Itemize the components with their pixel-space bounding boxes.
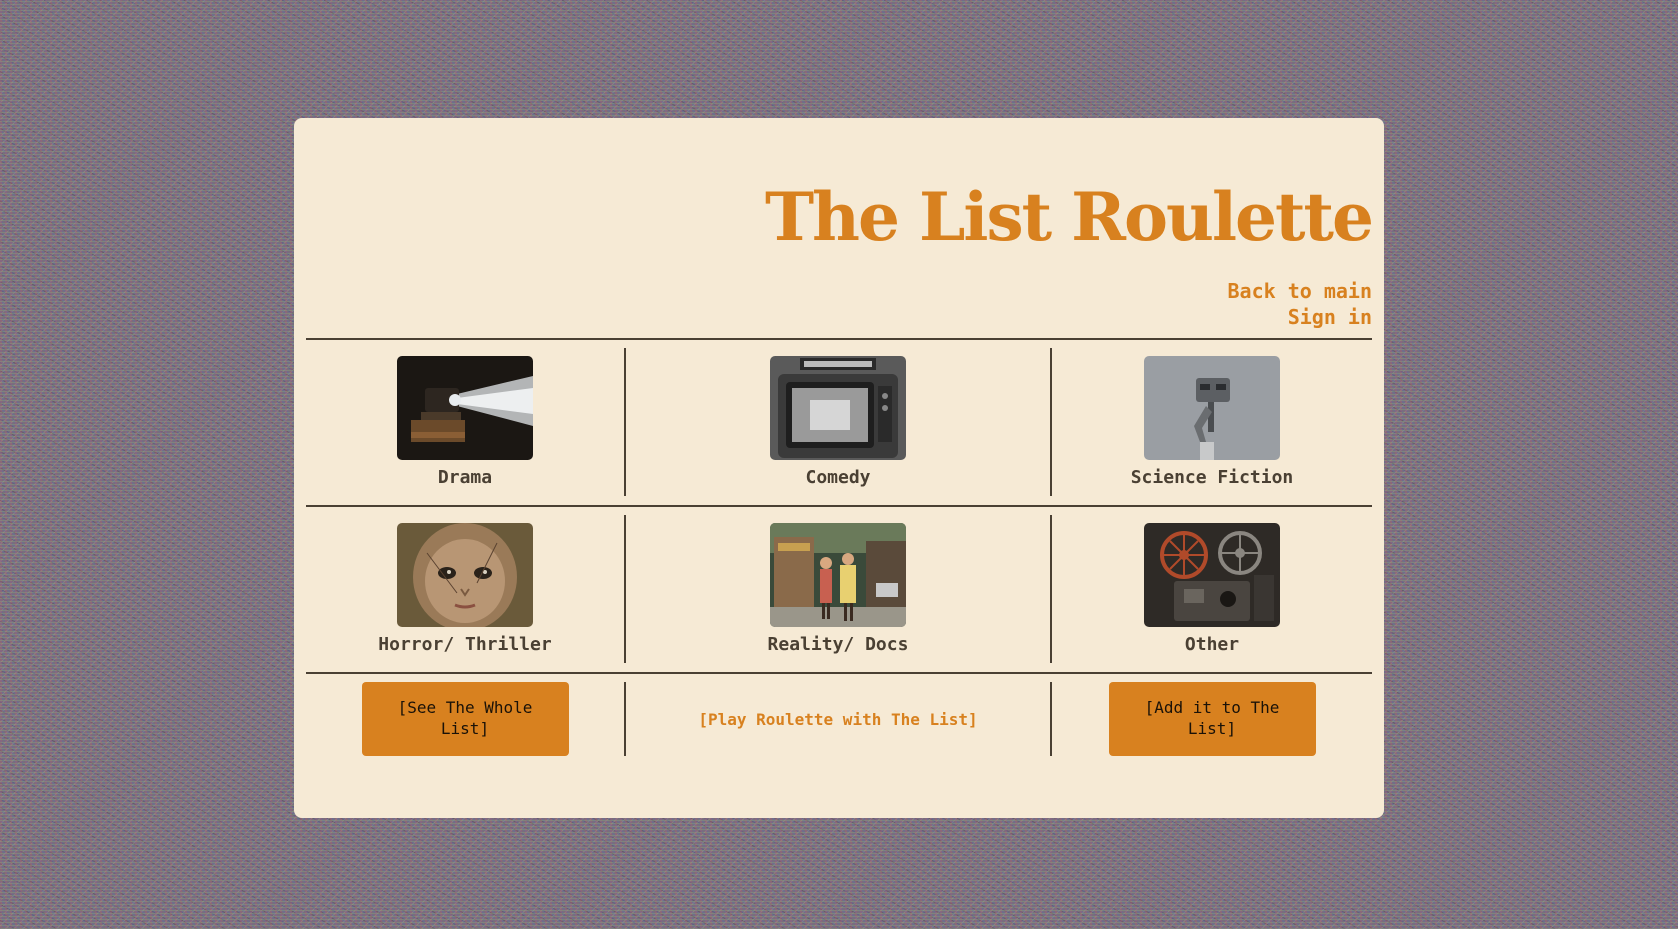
genre-label: Drama — [437, 467, 493, 488]
genre-tile-horror-thriller[interactable]: Horror/ Thriller — [306, 515, 624, 663]
genre-label: Other — [1184, 634, 1240, 655]
genre-label: Reality/ Docs — [767, 634, 909, 655]
robot-walker-image[interactable] — [1144, 356, 1280, 460]
genre-tile-comedy[interactable]: Comedy — [624, 348, 1052, 496]
action-row: [See The Whole List] [Play Roulette with… — [306, 682, 1372, 756]
vintage-tv-image[interactable] — [770, 356, 906, 460]
action-cell: [Add it to The List] — [1052, 682, 1372, 756]
film-reels-image[interactable] — [1144, 523, 1280, 627]
genre-tile-reality-docs[interactable]: Reality/ Docs — [624, 515, 1052, 663]
genre-tile-other[interactable]: Other — [1052, 515, 1372, 663]
genre-label: Science Fiction — [1130, 467, 1294, 488]
back-to-main-link[interactable]: Back to main — [1228, 281, 1373, 301]
genre-label: Comedy — [805, 467, 871, 488]
see-whole-list-button[interactable]: [See The Whole List] — [361, 682, 569, 756]
action-cell: [Play Roulette with The List] — [624, 682, 1052, 756]
genre-tile-drama[interactable]: Drama — [306, 348, 624, 496]
street-scene-image[interactable] — [770, 523, 906, 627]
add-to-list-button[interactable]: [Add it to The List] — [1108, 682, 1316, 756]
divider — [306, 505, 1372, 507]
genre-label: Horror/ Thriller — [378, 634, 552, 655]
divider — [306, 672, 1372, 674]
sign-in-link[interactable]: Sign in — [1288, 307, 1372, 327]
genre-row: Horror/ Thriller Reality/ Docs Other — [306, 515, 1372, 663]
genre-tile-science-fiction[interactable]: Science Fiction — [1052, 348, 1372, 496]
main-card: The List Roulette Back to main Sign in D… — [294, 118, 1384, 818]
page-title: The List Roulette — [764, 178, 1374, 256]
divider — [306, 338, 1372, 340]
action-cell: [See The Whole List] — [306, 682, 624, 756]
genre-row: Drama Comedy Science Fiction — [306, 348, 1372, 496]
doll-face-image[interactable] — [397, 523, 533, 627]
play-roulette-link[interactable]: [Play Roulette with The List] — [698, 710, 977, 729]
film-projector-image[interactable] — [397, 356, 533, 460]
